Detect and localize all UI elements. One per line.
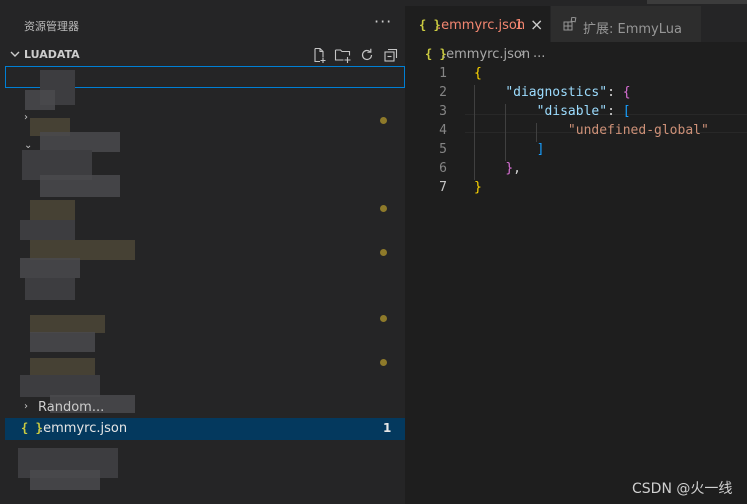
tab-emmyrc-json[interactable]: { } .emmyrc.json 1 × — [405, 6, 550, 42]
tab-problems-count: 1 — [515, 18, 524, 33]
section-actions — [310, 46, 400, 64]
code-token: "disable" — [536, 104, 608, 119]
line-number: 3 — [439, 104, 447, 119]
line-number: 6 — [439, 161, 447, 176]
code-line[interactable]: 5 ] — [405, 142, 747, 161]
file-name: .emmyrc.json — [39, 421, 128, 436]
workspace-title: LUADATA — [24, 48, 80, 61]
code-line[interactable]: 6 }, — [405, 161, 747, 180]
problems-count-badge: 1 — [383, 421, 392, 435]
new-folder-icon[interactable] — [334, 46, 352, 64]
new-file-icon[interactable] — [310, 46, 328, 64]
modified-dot — [380, 249, 387, 256]
code-token: "diagnostics" — [505, 85, 608, 100]
line-number: 1 — [439, 66, 447, 81]
modified-dot — [380, 117, 387, 124]
modified-dot — [380, 315, 387, 322]
chevron-down-icon — [10, 51, 20, 57]
code-token: { — [474, 66, 482, 81]
code-line[interactable]: 4 "undefined-global" — [405, 123, 747, 142]
line-content: ] — [474, 142, 545, 157]
line-number: 2 — [439, 85, 447, 100]
line-number: 7 — [439, 180, 447, 195]
breadcrumb-more[interactable]: ... — [533, 46, 545, 61]
explorer-sidebar: 资源管理器 ··· LUADATA › ⌄ › Random... {} .e… — [0, 0, 405, 504]
code-line[interactable]: 1{ — [405, 66, 747, 85]
watermark: CSDN @火一线 — [632, 481, 733, 497]
chevron-right-icon: › — [24, 401, 28, 412]
code-token: } — [505, 161, 514, 176]
code-line[interactable]: 3 "disable": [ — [405, 104, 747, 123]
tab-label: .emmyrc.json — [437, 18, 526, 33]
code-token: , — [513, 161, 521, 176]
close-icon[interactable]: × — [530, 15, 543, 34]
code-token: : — [607, 104, 623, 119]
editor-area: { } .emmyrc.json 1 × 扩展: EmmyLua { } .em… — [405, 0, 747, 504]
code-token: [ — [622, 104, 631, 119]
line-number: 4 — [439, 123, 447, 138]
code-token: { — [622, 85, 631, 100]
code-token: ] — [536, 142, 545, 157]
code-line[interactable]: 7} — [405, 180, 747, 199]
breadcrumb-separator: › — [520, 46, 526, 61]
tab-bar: { } .emmyrc.json 1 × 扩展: EmmyLua — [405, 0, 747, 42]
collapse-all-icon[interactable] — [382, 46, 400, 64]
breadcrumb: { } .emmyrc.json › ... — [405, 44, 747, 66]
extensions-icon — [563, 17, 577, 31]
more-actions-button[interactable]: ··· — [374, 12, 392, 31]
code-token: "undefined-global" — [567, 123, 709, 138]
folder-label: Random... — [38, 400, 105, 415]
breadcrumb-file[interactable]: .emmyrc.json — [442, 47, 530, 62]
explorer-header: 资源管理器 ··· — [0, 10, 405, 38]
modified-dot — [380, 205, 387, 212]
code-editor[interactable]: 1{2 "diagnostics": {3 "disable": [4 "und… — [405, 66, 747, 199]
code-token: : — [607, 85, 623, 100]
file-row-emmyrc[interactable]: { } .emmyrc.json 1 — [5, 418, 405, 440]
workspace-section-header[interactable]: LUADATA — [0, 44, 405, 66]
tab-label: 扩展: EmmyLua — [583, 22, 682, 37]
chevron-down-icon[interactable]: ⌄ — [24, 140, 32, 151]
line-content: } — [474, 180, 482, 195]
tab-extension-emmylua[interactable]: 扩展: EmmyLua — [551, 6, 701, 42]
modified-dot — [380, 359, 387, 366]
line-content: { — [474, 66, 482, 81]
code-token: } — [474, 180, 482, 195]
line-content: "diagnostics": { — [474, 85, 631, 100]
line-content: }, — [474, 161, 521, 176]
line-content: "undefined-global" — [474, 123, 709, 138]
line-number: 5 — [439, 142, 447, 157]
code-line[interactable]: 2 "diagnostics": { — [405, 85, 747, 104]
folder-row[interactable]: › Random... — [0, 398, 405, 418]
explorer-title: 资源管理器 — [24, 20, 79, 33]
title-bar-strip — [647, 0, 747, 4]
line-content: "disable": [ — [474, 104, 631, 119]
chevron-right-icon[interactable]: › — [24, 112, 28, 123]
refresh-icon[interactable] — [358, 46, 376, 64]
